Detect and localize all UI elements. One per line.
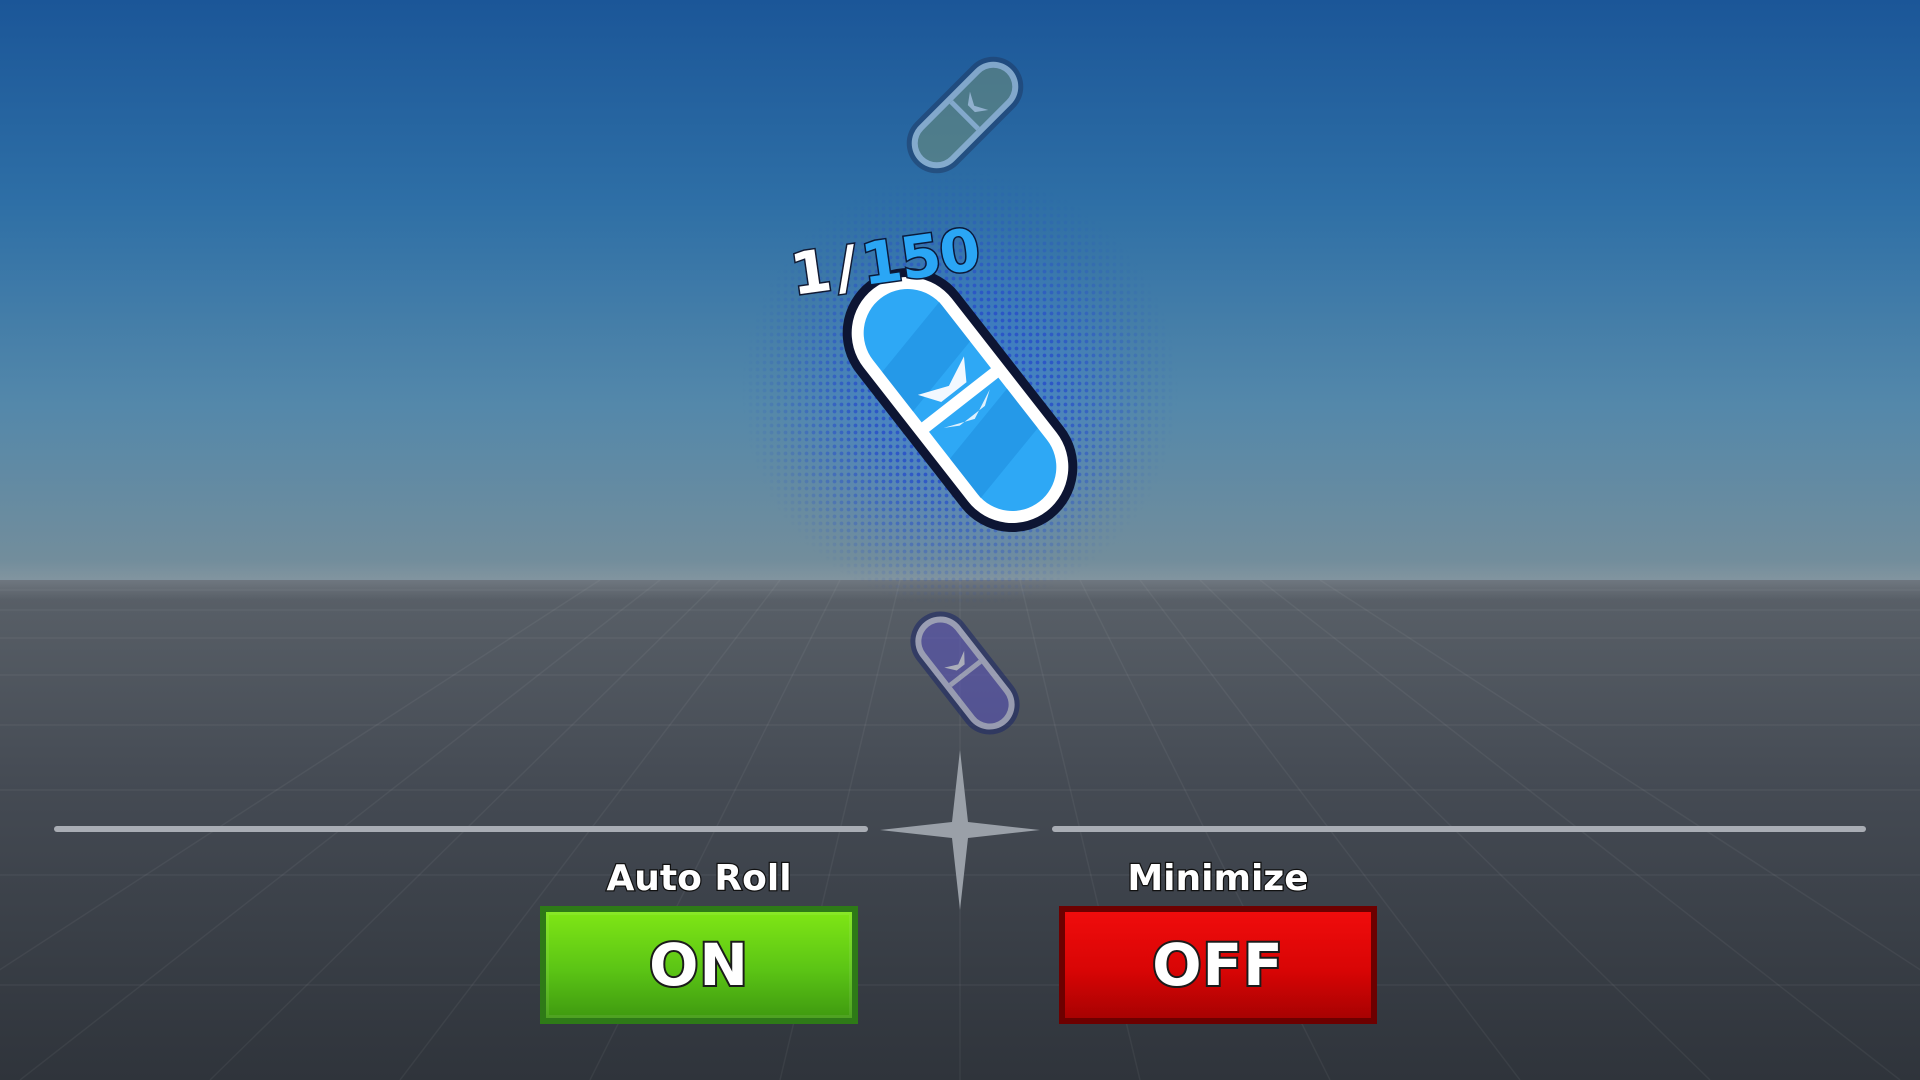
divider-left xyxy=(54,826,868,832)
sparkle-icon xyxy=(880,750,1040,914)
minimize-toggle-button[interactable]: OFF xyxy=(1059,906,1377,1024)
auto-roll-toggle-button[interactable]: ON xyxy=(540,906,858,1024)
previous-item-capsule-icon xyxy=(890,40,1040,190)
minimize-label: Minimize xyxy=(1126,857,1310,901)
divider-right xyxy=(1052,826,1866,832)
auto-roll-state: ON xyxy=(647,929,750,1001)
roll-separator: / xyxy=(830,231,862,304)
minimize-state: OFF xyxy=(1150,929,1285,1001)
roll-current: 1 xyxy=(785,235,836,311)
next-item-capsule-icon xyxy=(890,598,1040,748)
auto-roll-label: Auto Roll xyxy=(605,857,793,901)
